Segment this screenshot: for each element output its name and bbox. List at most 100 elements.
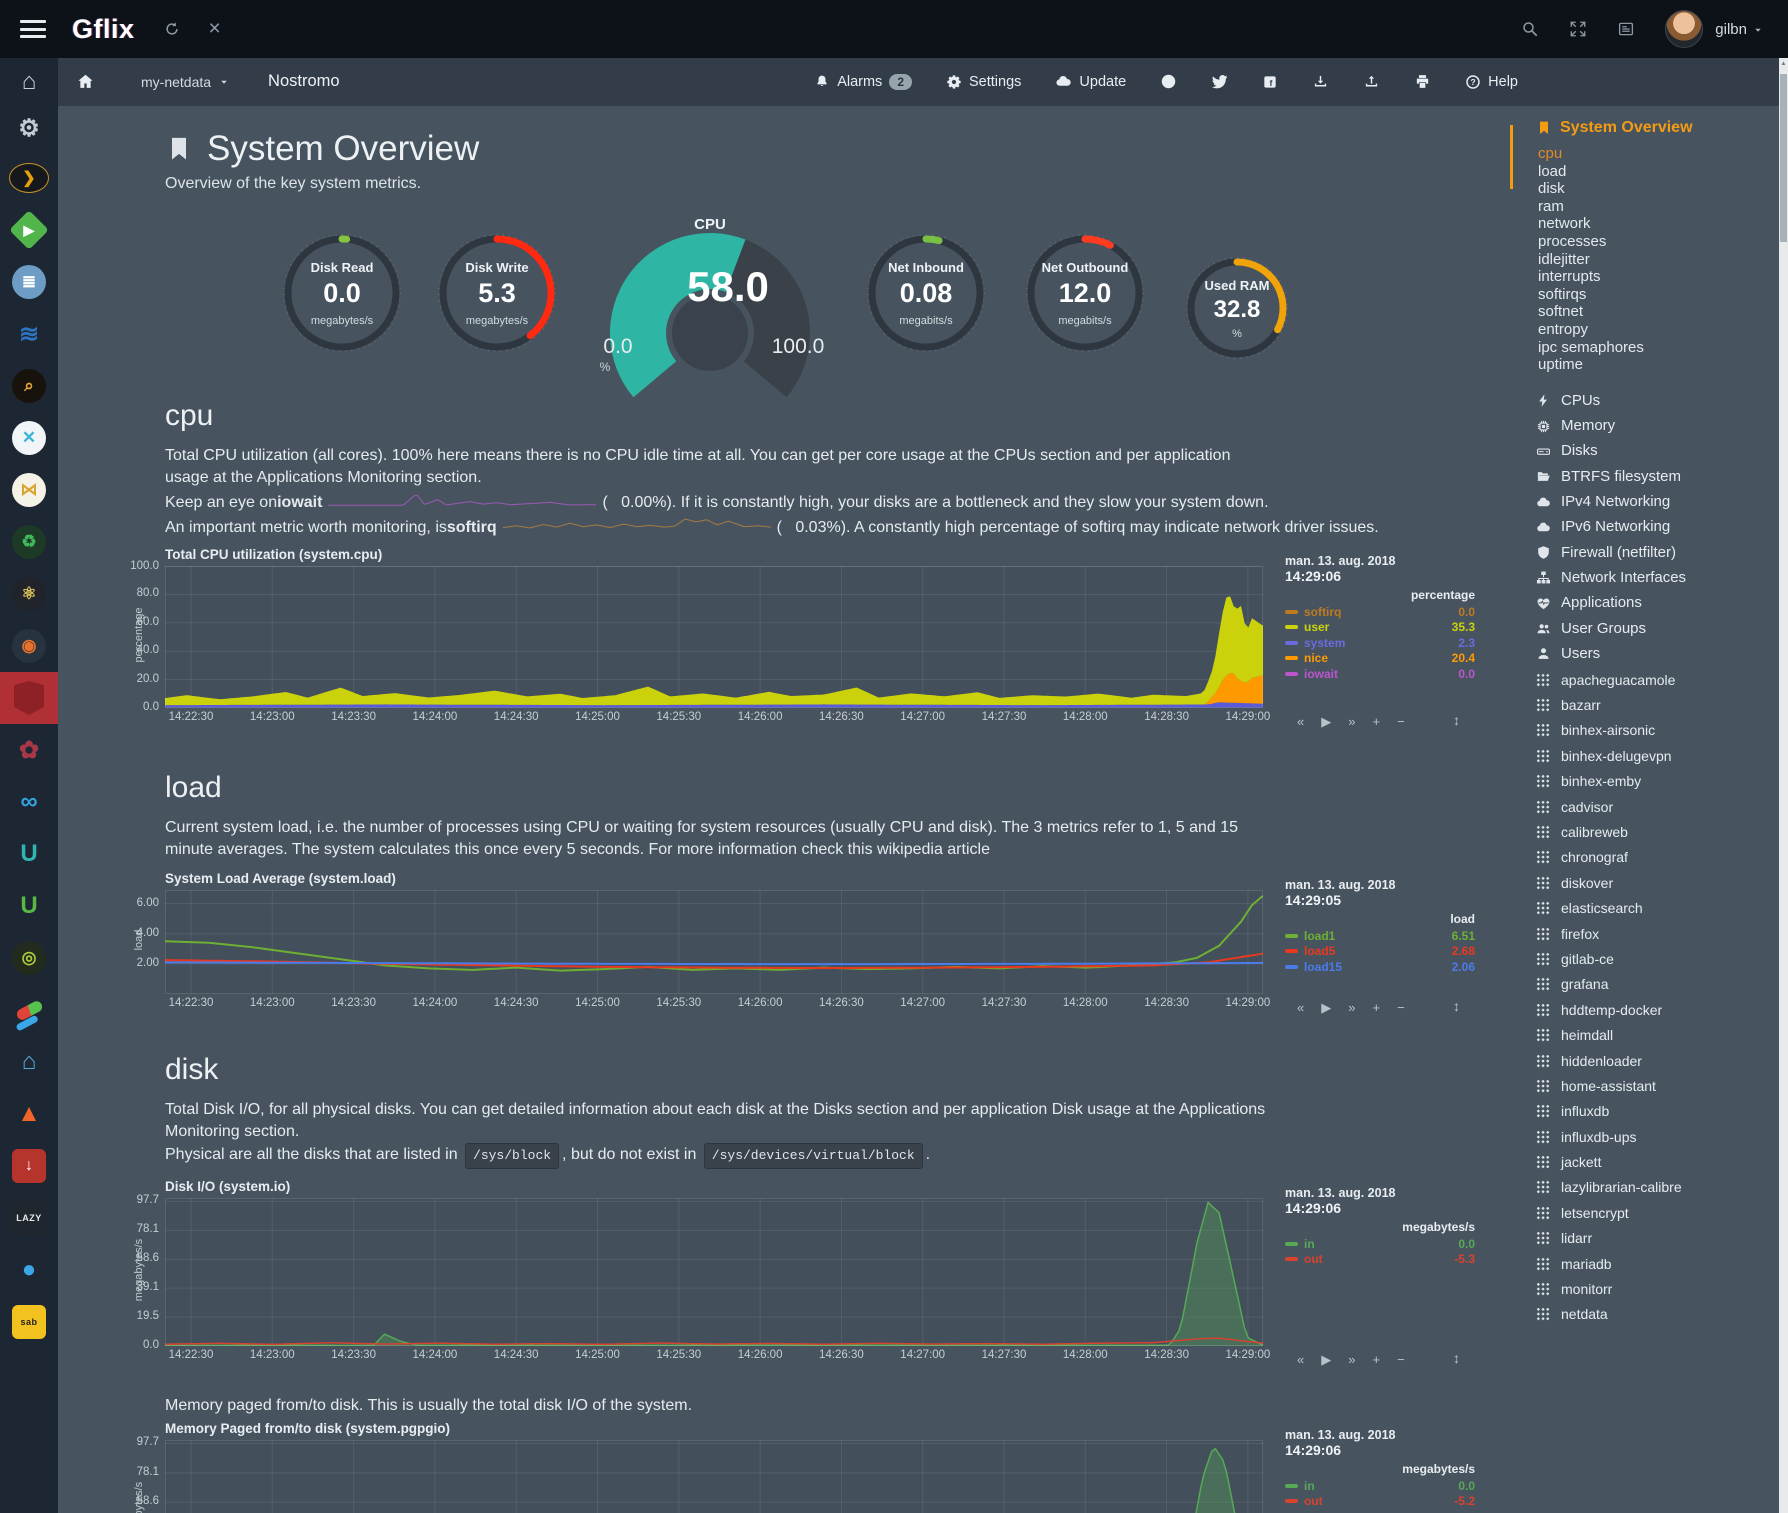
nav-section-users[interactable]: Users <box>1536 641 1780 666</box>
nav-section-network-interfaces[interactable]: Network Interfaces <box>1536 565 1780 590</box>
sidebar-app-airsonic[interactable]: ≋ <box>0 308 58 360</box>
nav-section-btrfs-filesystem[interactable]: BTRFS filesystem <box>1536 464 1780 489</box>
nav-app-letsencrypt[interactable]: letsencrypt <box>1536 1200 1780 1225</box>
legend-item-user[interactable]: user35.3 <box>1285 620 1475 636</box>
nav-anchor-softnet[interactable]: softnet <box>1536 303 1780 321</box>
close-icon[interactable]: × <box>209 17 221 41</box>
nav-anchor-idlejitter[interactable]: idlejitter <box>1536 251 1780 269</box>
github-icon[interactable] <box>1160 73 1177 90</box>
fullscreen-icon[interactable] <box>1569 20 1587 38</box>
nav-app-heimdall[interactable]: heimdall <box>1536 1022 1780 1047</box>
legend-item-softirq[interactable]: softirq0.0 <box>1285 604 1475 620</box>
legend-item-load5[interactable]: load52.68 <box>1285 944 1475 960</box>
chart-toolbar-button[interactable]: + <box>1372 1352 1380 1368</box>
nav-app-binhex-airsonic[interactable]: binhex-airsonic <box>1536 718 1780 743</box>
nav-anchor-load[interactable]: load <box>1536 163 1780 181</box>
sidebar-app-app-24[interactable]: ● <box>0 1244 58 1296</box>
sidebar-app-emby[interactable]: ▶ <box>0 204 58 256</box>
nav-anchor-processes[interactable]: processes <box>1536 233 1780 251</box>
nav-app-hddtemp-docker[interactable]: hddtemp-docker <box>1536 997 1780 1022</box>
alarms-button[interactable]: Alarms2 <box>814 74 912 90</box>
chart-toolbar-button[interactable]: − <box>1397 1352 1405 1368</box>
chart-toolbar-button[interactable]: « <box>1297 1352 1304 1368</box>
page-scrollbar[interactable] <box>1779 58 1788 1513</box>
changelog-icon[interactable] <box>1617 20 1635 38</box>
chart-toolbar-button[interactable]: − <box>1397 714 1405 730</box>
legend-item-out[interactable]: out-5.3 <box>1285 1252 1475 1268</box>
nav-section-cpus[interactable]: CPUs <box>1536 388 1780 413</box>
nav-app-gitlab-ce[interactable]: gitlab-ce <box>1536 946 1780 971</box>
nav-app-home-assistant[interactable]: home-assistant <box>1536 1073 1780 1098</box>
legend-item-system[interactable]: system2.3 <box>1285 635 1475 651</box>
chart-toolbar-button[interactable]: « <box>1297 1000 1304 1016</box>
nav-app-monitorr[interactable]: monitorr <box>1536 1276 1780 1301</box>
sidebar-app-active-app[interactable] <box>0 672 58 724</box>
chart-plot[interactable] <box>165 1440 1263 1513</box>
nav-app-cadvisor[interactable]: cadvisor <box>1536 794 1780 819</box>
gauge-disk-write[interactable]: Disk Write5.3megabytes/s <box>437 233 557 353</box>
upload-icon[interactable] <box>1363 73 1380 90</box>
sidebar-app-app-10[interactable]: ♻ <box>0 516 58 568</box>
nav-section-ipv6-networking[interactable]: IPv6 Networking <box>1536 514 1780 539</box>
nav-section-applications[interactable]: Applications <box>1536 590 1780 615</box>
sidebar-app-app-8[interactable]: ✕ <box>0 412 58 464</box>
nav-section-firewall-netfilter-[interactable]: Firewall (netfilter) <box>1536 540 1780 565</box>
chart-toolbar-button[interactable]: « <box>1297 714 1304 730</box>
chart-resize-handle[interactable]: ↕ <box>1453 712 1460 728</box>
nav-section-ipv4-networking[interactable]: IPv4 Networking <box>1536 489 1780 514</box>
nav-app-influxdb[interactable]: influxdb <box>1536 1099 1780 1124</box>
legend-item-in[interactable]: in0.0 <box>1285 1236 1475 1252</box>
home-icon[interactable] <box>76 72 95 91</box>
sidebar-app-calibre-web[interactable]: ≣ <box>0 256 58 308</box>
legend-item-load15[interactable]: load152.06 <box>1285 959 1475 975</box>
sidebar-app-jackett[interactable]: ⌕ <box>0 360 58 412</box>
sidebar-app-app-19[interactable] <box>0 984 58 1036</box>
legend-item-load1[interactable]: load16.51 <box>1285 928 1475 944</box>
nav-app-elasticsearch[interactable]: elasticsearch <box>1536 896 1780 921</box>
nav-app-chronograf[interactable]: chronograf <box>1536 845 1780 870</box>
nav-anchor-network[interactable]: network <box>1536 215 1780 233</box>
nav-app-apacheguacamole[interactable]: apacheguacamole <box>1536 667 1780 692</box>
gauge-used-ram[interactable]: Used RAM32.8% <box>1185 256 1289 360</box>
gauge-net-outbound[interactable]: Net Outbound12.0megabits/s <box>1025 233 1145 353</box>
print-icon[interactable] <box>1414 73 1431 90</box>
sidebar-app-plex[interactable]: ❯ <box>0 152 58 204</box>
chart-toolbar-button[interactable]: » <box>1348 1352 1355 1368</box>
sidebar-app-app-9[interactable]: ⋈ <box>0 464 58 516</box>
sidebar-app-heimdall[interactable]: ⌂ <box>0 1036 58 1088</box>
nav-app-calibreweb[interactable]: calibreweb <box>1536 819 1780 844</box>
nav-anchor-interrupts[interactable]: interrupts <box>1536 268 1780 286</box>
nav-anchor-softirqs[interactable]: softirqs <box>1536 286 1780 304</box>
nav-anchor-ram[interactable]: ram <box>1536 198 1780 216</box>
twitter-icon[interactable] <box>1211 73 1228 90</box>
chart-toolbar-button[interactable]: » <box>1348 714 1355 730</box>
nav-anchor-cpu[interactable]: cpu <box>1536 145 1780 163</box>
nav-section-user-groups[interactable]: User Groups <box>1536 615 1780 640</box>
update-button[interactable]: Update <box>1055 73 1126 90</box>
sidebar-app-home[interactable]: ⌂ <box>0 58 58 105</box>
nav-anchor-disk[interactable]: disk <box>1536 180 1780 198</box>
nav-app-hiddenloader[interactable]: hiddenloader <box>1536 1048 1780 1073</box>
search-icon[interactable] <box>1521 20 1539 38</box>
sidebar-app-mariadb[interactable]: ✿ <box>0 724 58 776</box>
nav-app-binhex-delugevpn[interactable]: binhex-delugevpn <box>1536 743 1780 768</box>
scrollbar-thumb[interactable] <box>1780 74 1787 242</box>
nav-app-binhex-emby[interactable]: binhex-emby <box>1536 769 1780 794</box>
download-icon[interactable] <box>1312 73 1329 90</box>
legend-item-in[interactable]: in0.0 <box>1285 1478 1475 1494</box>
gauge-cpu[interactable]: CPU58.00.0100.0% <box>580 213 840 403</box>
sidebar-app-app-22[interactable]: ↓ <box>0 1140 58 1192</box>
nav-anchor-ipc-semaphores[interactable]: ipc semaphores <box>1536 339 1780 357</box>
sidebar-app-lazylibrarian[interactable]: LAZY <box>0 1192 58 1244</box>
legend-item-nice[interactable]: nice20.4 <box>1285 651 1475 667</box>
chart-toolbar-button[interactable]: + <box>1372 1000 1380 1016</box>
help-button[interactable]: Help <box>1465 74 1518 90</box>
chart-resize-handle[interactable]: ↕ <box>1453 1350 1460 1366</box>
user-menu[interactable]: gilbn <box>1715 21 1764 38</box>
chart-toolbar-button[interactable]: » <box>1348 1000 1355 1016</box>
hamburger-menu-icon[interactable] <box>20 20 46 38</box>
nav-app-diskover[interactable]: diskover <box>1536 870 1780 895</box>
nav-app-influxdb-ups[interactable]: influxdb-ups <box>1536 1124 1780 1149</box>
chart-plot[interactable] <box>165 566 1263 708</box>
nav-app-mariadb[interactable]: mariadb <box>1536 1251 1780 1276</box>
